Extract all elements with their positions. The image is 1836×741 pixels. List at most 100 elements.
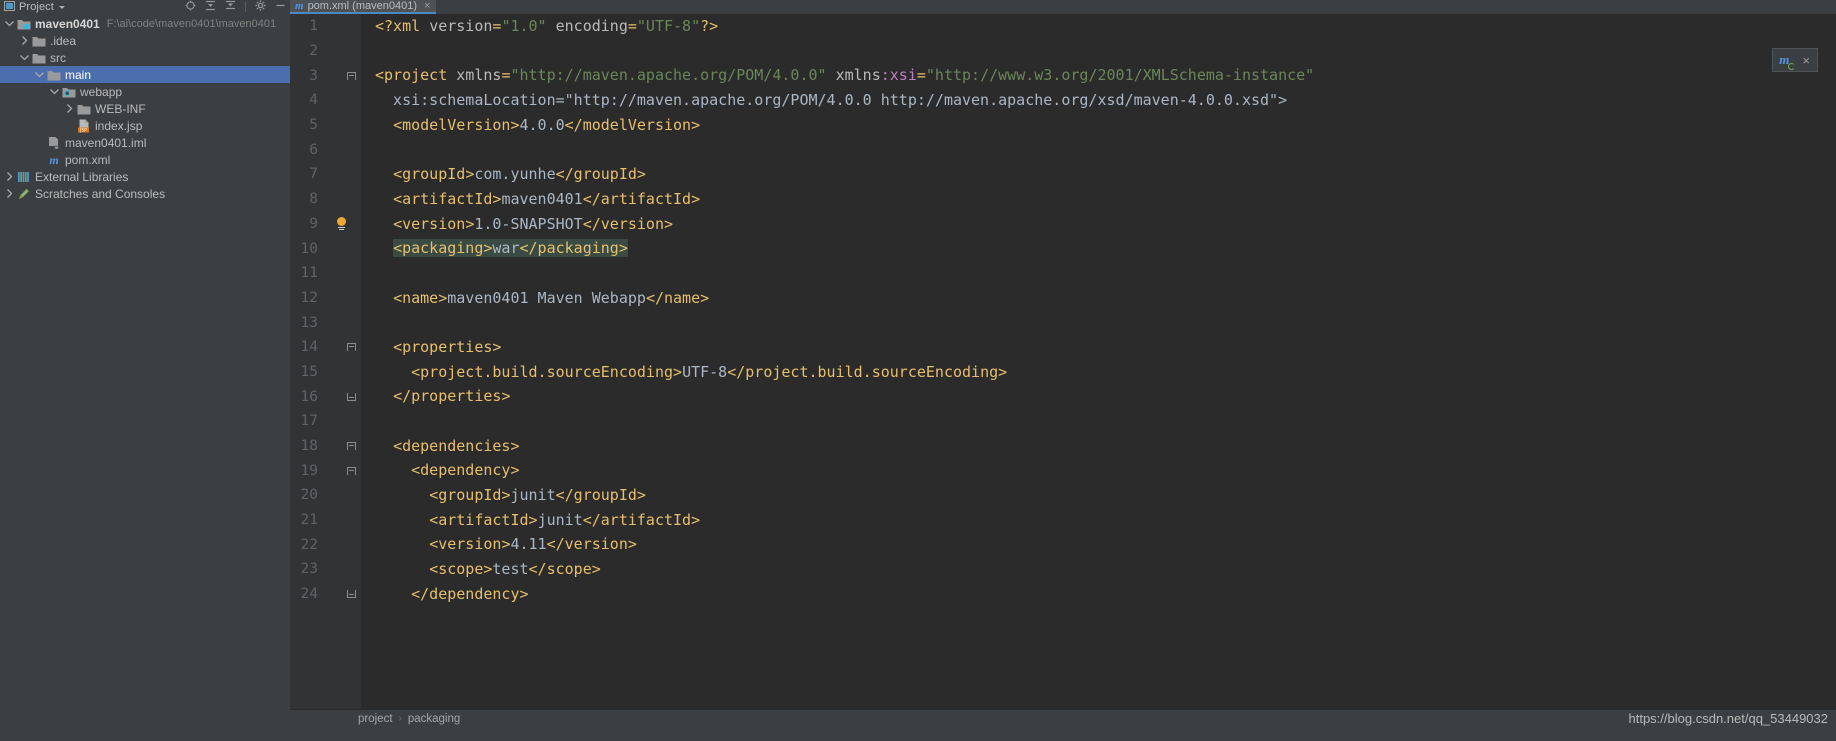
tree-node-label: main [65, 67, 92, 82]
tree-node-external-libraries[interactable]: External Libraries [0, 168, 290, 185]
code-line[interactable]: <groupId>junit</groupId> [375, 483, 1836, 508]
maven-reimport-icon[interactable]: m [1776, 52, 1796, 70]
code-line[interactable] [375, 137, 1836, 162]
chevron-down-icon[interactable] [47, 86, 61, 97]
line-number: 23 [300, 561, 318, 578]
gutter-line[interactable]: 22 [290, 532, 360, 557]
code-line[interactable]: <artifactId>junit</artifactId> [375, 508, 1836, 533]
fold-region-start-icon[interactable] [345, 466, 357, 475]
gutter-line[interactable]: 5 [290, 113, 360, 138]
code-line[interactable]: <packaging>war</packaging> [375, 236, 1836, 261]
tree-node-src[interactable]: src [0, 49, 290, 66]
chevron-down-icon[interactable] [2, 18, 16, 29]
code-line[interactable]: <version>1.0-SNAPSHOT</version> [375, 212, 1836, 237]
intention-bulb-icon[interactable] [334, 217, 348, 231]
code-line[interactable] [375, 261, 1836, 286]
tree-node-pom-xml[interactable]: m pom.xml [0, 151, 290, 168]
fold-region-start-icon[interactable] [345, 343, 357, 352]
gutter-line[interactable]: 11 [290, 261, 360, 286]
iml-file-icon [46, 136, 62, 150]
tree-node-web-inf[interactable]: WEB-INF [0, 100, 290, 117]
close-icon[interactable]: × [1798, 53, 1814, 68]
chevron-right-icon[interactable] [2, 171, 16, 182]
chevron-right-icon[interactable] [62, 103, 76, 114]
code-line[interactable] [375, 409, 1836, 434]
gutter-line[interactable]: 3 [290, 63, 360, 88]
breadcrumb-item-project[interactable]: project [358, 713, 393, 725]
tree-node-idea[interactable]: .idea [0, 32, 290, 49]
chevron-down-icon[interactable] [32, 69, 46, 80]
code-line[interactable]: <project xmlns="http://maven.apache.org/… [375, 63, 1836, 88]
maven-reimport-popup[interactable]: m × [1772, 48, 1818, 72]
code-line[interactable]: <dependencies> [375, 434, 1836, 459]
web-resource-folder-icon [61, 85, 77, 99]
tree-node-maven0401[interactable]: maven0401 F:\ai\code\maven0401\maven0401 [0, 15, 290, 32]
gutter-line[interactable]: 2 [290, 39, 360, 64]
gutter-line[interactable]: 20 [290, 483, 360, 508]
gutter-line[interactable]: 24 [290, 582, 360, 607]
tree-node-webapp[interactable]: webapp [0, 83, 290, 100]
gutter-line[interactable]: 8 [290, 187, 360, 212]
tree-node-label: index.jsp [95, 118, 143, 133]
tree-node-index-jsp[interactable]: JSP index.jsp [0, 117, 290, 134]
fold-region-start-icon[interactable] [345, 442, 357, 451]
chevron-right-icon[interactable] [17, 35, 31, 46]
gutter-line[interactable]: 1 [290, 14, 360, 39]
code-line[interactable]: <artifactId>maven0401</artifactId> [375, 187, 1836, 212]
code-line[interactable]: <properties> [375, 335, 1836, 360]
line-number: 16 [300, 388, 318, 405]
gutter-line[interactable]: 6 [290, 137, 360, 162]
line-number: 15 [300, 363, 318, 380]
gutter-line[interactable]: 10 [290, 236, 360, 261]
code-line[interactable]: <?xml version="1.0" encoding="UTF-8"?> [375, 14, 1836, 39]
chevron-right-icon[interactable] [2, 188, 16, 199]
tree-node-label: src [50, 50, 66, 65]
line-number: 22 [300, 536, 318, 553]
code-content[interactable]: <?xml version="1.0" encoding="UTF-8"?> <p… [361, 14, 1836, 741]
code-line[interactable]: xsi:schemaLocation="http://maven.apache.… [375, 88, 1836, 113]
chevron-down-icon[interactable] [17, 52, 31, 63]
code-viewport[interactable]: 1 2 3 4 5 6 7 8 9 10 11 12 13 14 15 16 17 18 19 20 21 22 23 24 … [290, 14, 1836, 741]
gutter-line[interactable]: 15 [290, 360, 360, 385]
gutter-line[interactable]: 13 [290, 310, 360, 335]
gutter-line[interactable]: 18 [290, 434, 360, 459]
tree-node-main[interactable]: main [0, 66, 290, 83]
tree-node-label: Scratches and Consoles [35, 186, 166, 201]
project-tree[interactable]: maven0401 F:\ai\code\maven0401\maven0401.… [0, 14, 290, 727]
editor-area: m pom.xml (maven0401) × 1 2 3 4 5 6 7 8 9 10 11 12 1… [290, 0, 1836, 741]
jsp-file-icon: JSP [76, 119, 92, 133]
fold-region-end-icon[interactable] [345, 590, 357, 599]
maven-pom-icon: m [49, 152, 59, 167]
code-line[interactable] [375, 310, 1836, 335]
code-line[interactable]: </properties> [375, 384, 1836, 409]
fold-region-end-icon[interactable] [345, 392, 357, 401]
gutter-line[interactable]: 4 [290, 88, 360, 113]
code-line[interactable]: <dependency> [375, 458, 1836, 483]
gutter-line[interactable]: 23 [290, 557, 360, 582]
tree-node-label: WEB-INF [95, 101, 146, 116]
code-line[interactable]: <name>maven0401 Maven Webapp</name> [375, 286, 1836, 311]
tree-node-maven0401-iml[interactable]: maven0401.iml [0, 134, 290, 151]
gutter-line[interactable]: 9 [290, 212, 360, 237]
gutter-line[interactable]: 16 [290, 384, 360, 409]
code-line[interactable]: <project.build.sourceEncoding>UTF-8</pro… [375, 360, 1836, 385]
gutter-line[interactable]: 17 [290, 409, 360, 434]
code-line[interactable]: </dependency> [375, 582, 1836, 607]
close-icon[interactable]: × [424, 0, 430, 12]
gutter-line[interactable]: 14 [290, 335, 360, 360]
code-line[interactable]: <version>4.11</version> [375, 532, 1836, 557]
breadcrumb-item-packaging[interactable]: packaging [408, 713, 460, 725]
editor-gutter[interactable]: 1 2 3 4 5 6 7 8 9 10 11 12 13 14 15 16 17 18 19 20 21 22 23 24 [290, 14, 360, 741]
code-line[interactable]: <groupId>com.yunhe</groupId> [375, 162, 1836, 187]
gutter-line[interactable]: 12 [290, 286, 360, 311]
tree-node-scratches-and-consoles[interactable]: Scratches and Consoles [0, 185, 290, 202]
code-line[interactable] [375, 39, 1836, 64]
breadcrumb[interactable]: project › packaging [290, 709, 1836, 727]
code-line[interactable]: <modelVersion>4.0.0</modelVersion> [375, 113, 1836, 138]
gutter-line[interactable]: 21 [290, 508, 360, 533]
gutter-line[interactable]: 7 [290, 162, 360, 187]
editor-tab-pom-xml[interactable]: m pom.xml (maven0401) × [290, 0, 437, 14]
fold-region-start-icon[interactable] [345, 71, 357, 80]
gutter-line[interactable]: 19 [290, 458, 360, 483]
code-line[interactable]: <scope>test</scope> [375, 557, 1836, 582]
